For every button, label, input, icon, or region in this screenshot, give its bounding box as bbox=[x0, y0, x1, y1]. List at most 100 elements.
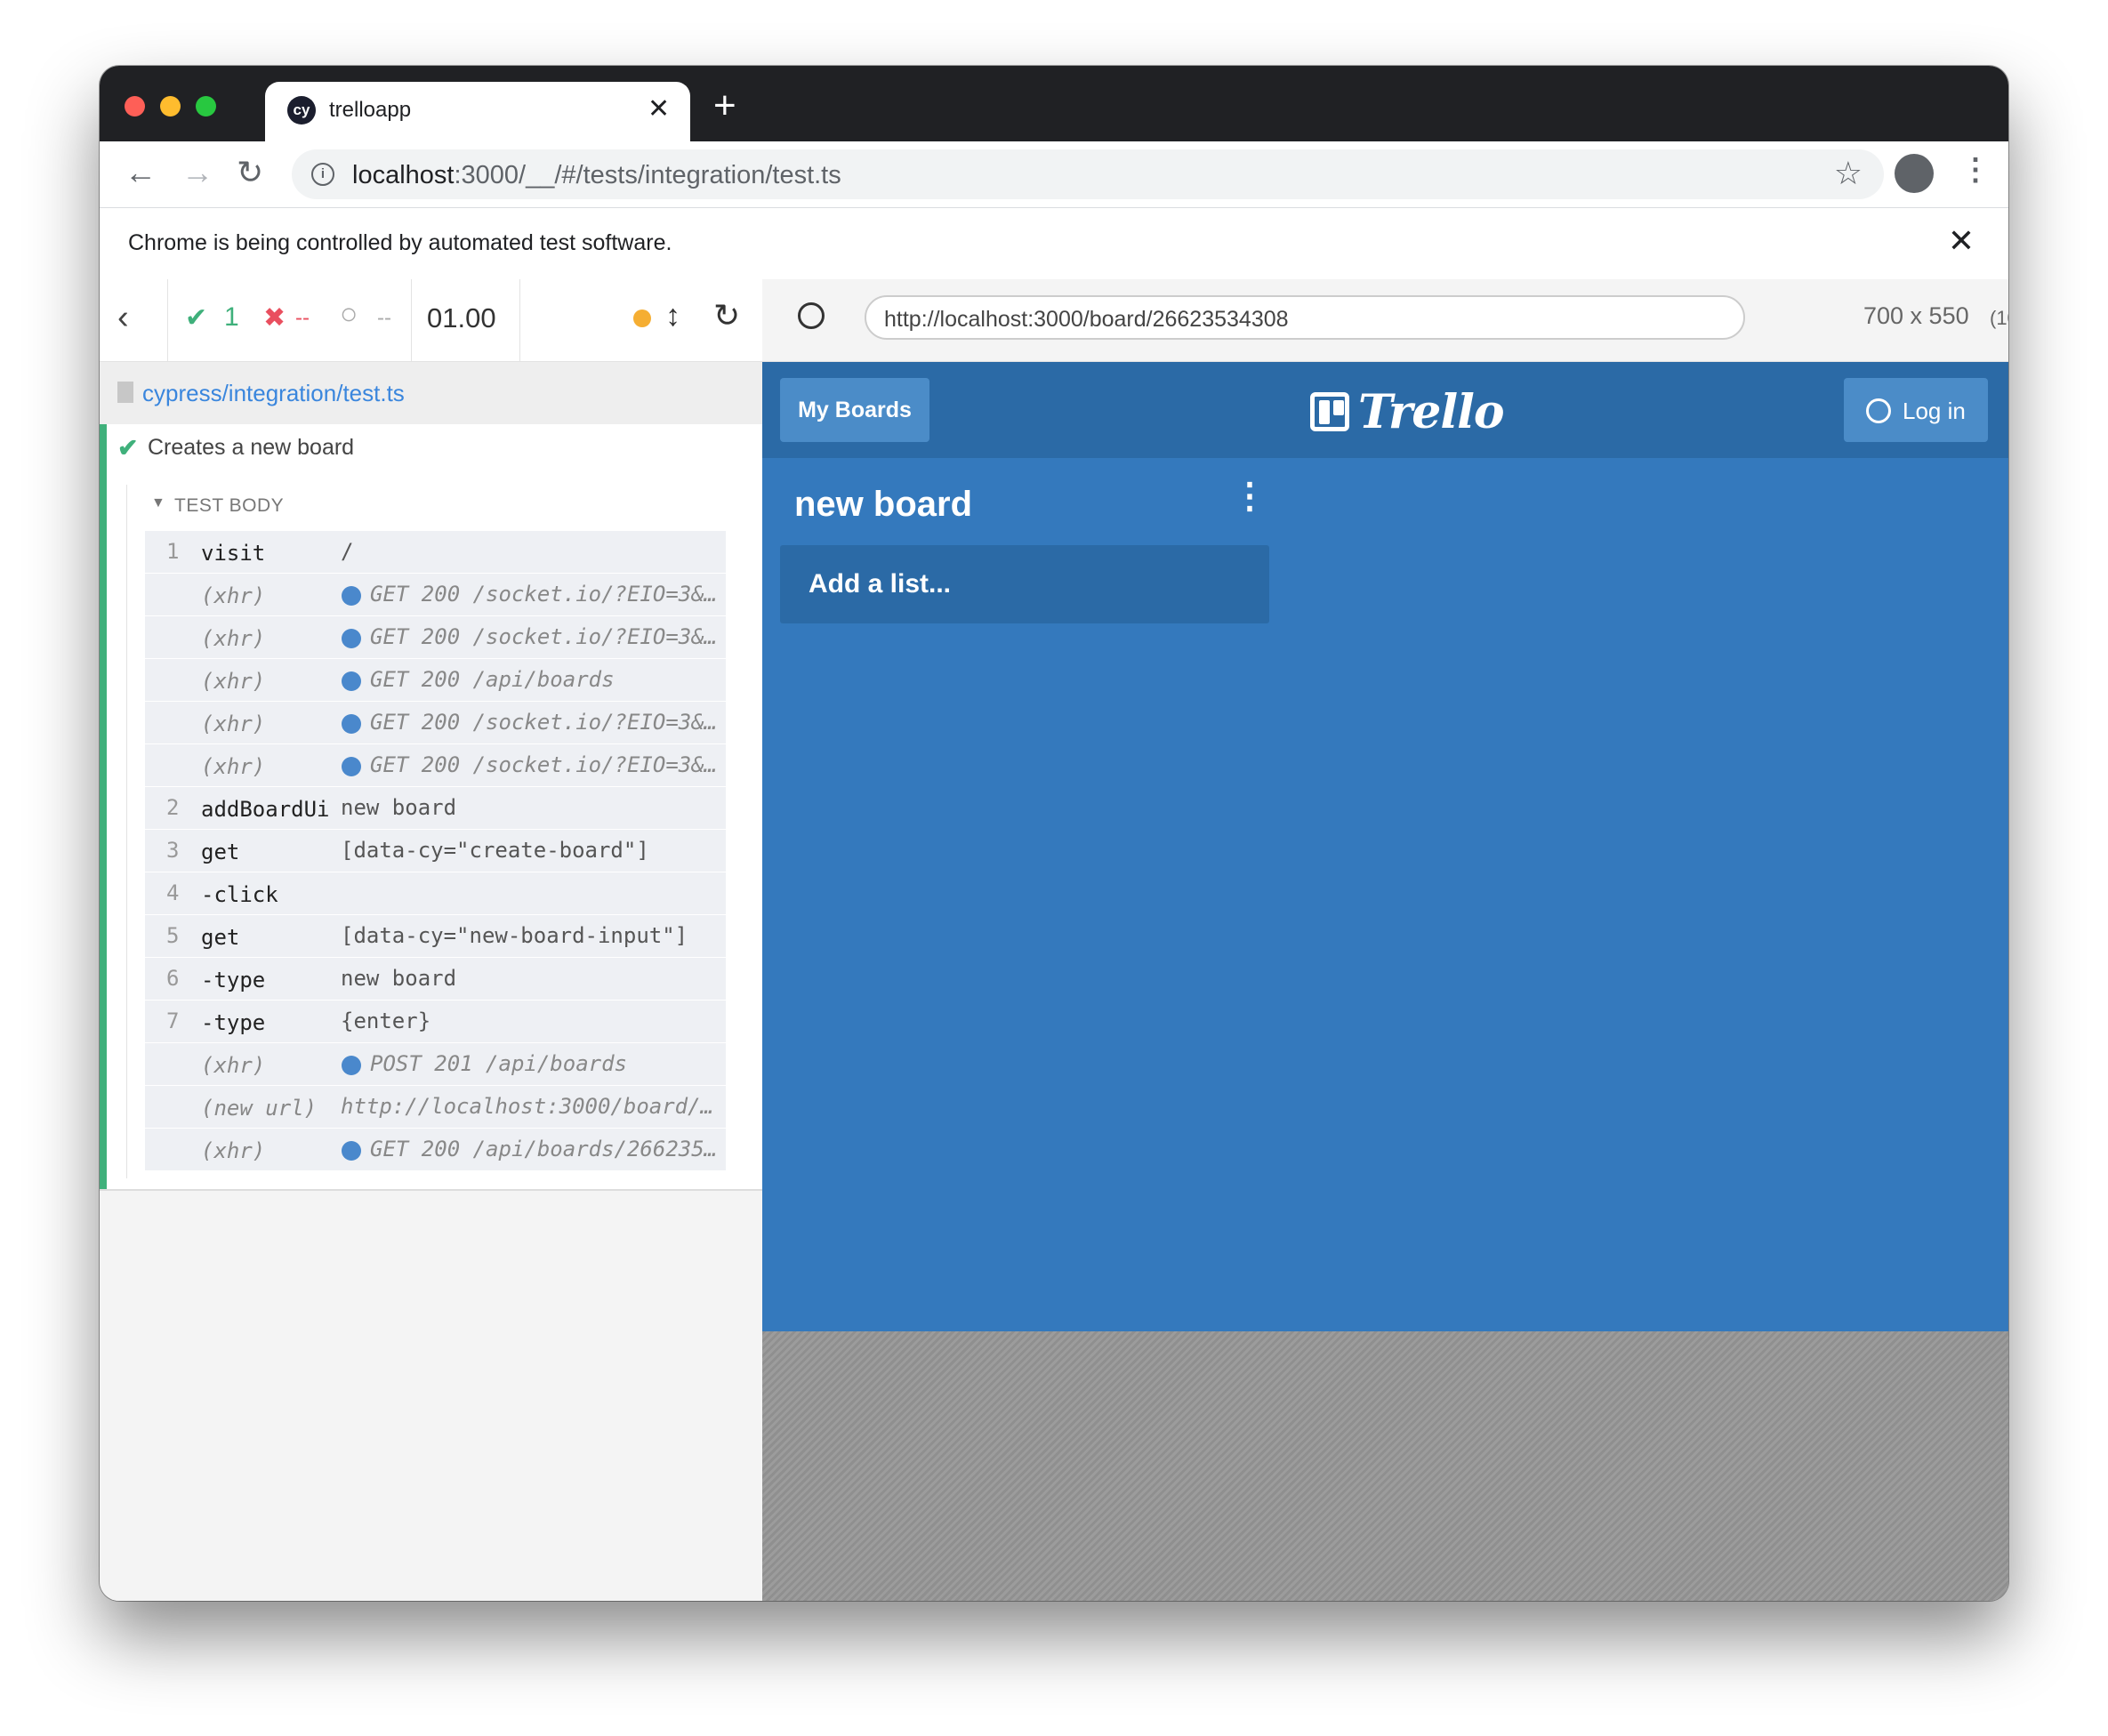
command-message: new board bbox=[341, 966, 457, 991]
caret-down-icon[interactable]: ▼ bbox=[151, 495, 165, 511]
command-message: / bbox=[341, 539, 354, 564]
login-button[interactable]: Log in bbox=[1844, 378, 1988, 442]
auto-scroll-icon[interactable]: ↕ bbox=[665, 299, 680, 334]
command-row[interactable]: 4 -click bbox=[145, 872, 726, 915]
add-list-label: Add a list... bbox=[809, 569, 952, 599]
url-host: localhost bbox=[352, 161, 455, 189]
viewport-scale: (100%) bbox=[1990, 307, 2008, 329]
browser-window: cy trelloapp ✕ + ← → ↻ i localhost:3000/… bbox=[100, 66, 2008, 1601]
command-row[interactable]: (xhr) GET 200 /api/boards bbox=[145, 659, 726, 702]
user-circle-icon bbox=[1866, 398, 1891, 423]
command-row[interactable]: (xhr) GET 200 /socket.io/?EIO=3&… bbox=[145, 574, 726, 616]
test-body-label[interactable]: TEST BODY bbox=[174, 495, 284, 517]
command-name: visit bbox=[201, 541, 266, 566]
command-row[interactable]: 7 -type {enter} bbox=[145, 1001, 726, 1043]
test-status-stripe bbox=[100, 424, 107, 1189]
maximize-window-button[interactable] bbox=[196, 96, 216, 117]
close-window-button[interactable] bbox=[125, 96, 145, 117]
forward-arrow-icon[interactable]: → bbox=[181, 154, 213, 191]
cypress-reporter: ‹ ✔ 1 ✖ -- ○ -- 01.00 ↕ ↻ cypress/integr… bbox=[100, 279, 762, 1601]
xhr-status-dot-icon bbox=[342, 629, 361, 648]
infobar-close-icon[interactable]: ✕ bbox=[1948, 222, 1975, 260]
command-name: (xhr) bbox=[201, 1053, 266, 1078]
command-row[interactable]: 5 get [data-cy="new-board-input"] bbox=[145, 915, 726, 958]
command-row[interactable]: (new url) http://localhost:3000/board/… bbox=[145, 1086, 726, 1129]
command-message: GET 200 /socket.io/?EIO=3&… bbox=[370, 582, 718, 607]
spec-path-bar: cypress/integration/test.ts bbox=[100, 362, 762, 425]
command-number: 6 bbox=[166, 966, 180, 991]
rerun-icon[interactable]: ↻ bbox=[713, 297, 740, 334]
command-row[interactable]: 6 -type new board bbox=[145, 958, 726, 1001]
command-number: 2 bbox=[166, 795, 180, 820]
automation-infobar: Chrome is being controlled by automated … bbox=[100, 207, 2008, 280]
hook-guide-line bbox=[126, 485, 127, 1178]
command-number: 7 bbox=[166, 1009, 180, 1033]
command-message: GET 200 /socket.io/?EIO=3&… bbox=[370, 752, 718, 777]
command-message: {enter} bbox=[341, 1009, 431, 1033]
board-options-icon[interactable]: ⋮ bbox=[1232, 476, 1267, 517]
back-arrow-icon[interactable]: ← bbox=[125, 154, 157, 191]
browser-tab[interactable]: cy trelloapp ✕ bbox=[265, 82, 690, 141]
divider bbox=[167, 279, 168, 361]
command-name: (new url) bbox=[201, 1096, 318, 1121]
command-message: new board bbox=[341, 795, 457, 820]
minimize-window-button[interactable] bbox=[160, 96, 181, 117]
aut-header: http://localhost:3000/board/26623534308 … bbox=[762, 279, 2008, 362]
command-message: [data-cy="new-board-input"] bbox=[341, 923, 688, 948]
command-message: [data-cy="create-board"] bbox=[341, 838, 649, 863]
browser-toolbar: ← → ↻ i localhost:3000/__/#/tests/integr… bbox=[100, 141, 2008, 207]
reporter-stats-bar: ‹ ✔ 1 ✖ -- ○ -- 01.00 ↕ ↻ bbox=[100, 279, 762, 362]
command-row[interactable]: (xhr) GET 200 /api/boards/266235… bbox=[145, 1129, 726, 1171]
trello-wordmark: Trello bbox=[1358, 385, 1505, 439]
command-name: addBoardUi bbox=[201, 797, 330, 822]
address-url: localhost:3000/__/#/tests/integration/te… bbox=[352, 161, 841, 190]
bookmark-star-icon[interactable]: ☆ bbox=[1834, 155, 1863, 192]
url-path: :3000/__/#/tests/integration/test.ts bbox=[454, 161, 841, 189]
command-name: -click bbox=[201, 882, 278, 907]
collapse-specs-icon[interactable]: ‹ bbox=[117, 299, 129, 337]
command-row[interactable]: (xhr) GET 200 /socket.io/?EIO=3&… bbox=[145, 702, 726, 744]
xhr-status-dot-icon bbox=[342, 714, 361, 734]
my-boards-button[interactable]: My Boards bbox=[780, 378, 929, 442]
command-row[interactable]: 2 addBoardUi new board bbox=[145, 787, 726, 830]
xhr-status-dot-icon bbox=[342, 1056, 361, 1075]
command-message: POST 201 /api/boards bbox=[370, 1051, 627, 1076]
pending-count: -- bbox=[377, 306, 391, 330]
command-message: GET 200 /api/boards bbox=[370, 667, 615, 692]
pending-circle-icon: ○ bbox=[340, 297, 358, 331]
selector-playground-icon[interactable] bbox=[798, 302, 825, 329]
command-name: (xhr) bbox=[201, 754, 266, 779]
divider bbox=[519, 279, 520, 361]
passed-check-icon: ✔ bbox=[185, 303, 208, 333]
command-row[interactable]: (xhr) GET 200 /socket.io/?EIO=3&… bbox=[145, 616, 726, 659]
file-icon bbox=[117, 382, 133, 403]
address-bar[interactable]: i localhost:3000/__/#/tests/integration/… bbox=[292, 149, 1884, 199]
aut-url-text: http://localhost:3000/board/26623534308 bbox=[884, 307, 1289, 332]
command-name: (xhr) bbox=[201, 583, 266, 608]
tab-title: trelloapp bbox=[329, 98, 412, 122]
command-row[interactable]: (xhr) POST 201 /api/boards bbox=[145, 1043, 726, 1086]
duration: 01.00 bbox=[427, 302, 496, 334]
command-row[interactable]: 1 visit / bbox=[145, 531, 726, 574]
xhr-status-dot-icon bbox=[342, 757, 361, 776]
reload-icon[interactable]: ↻ bbox=[237, 154, 263, 191]
command-number: 5 bbox=[166, 923, 180, 948]
board-title[interactable]: new board bbox=[794, 485, 972, 525]
site-info-icon[interactable]: i bbox=[311, 163, 334, 186]
test-block: ✔ Creates a new board ▼ TEST BODY 1 visit… bbox=[100, 424, 762, 1191]
new-tab-button[interactable]: + bbox=[713, 84, 736, 128]
running-status-icon bbox=[633, 309, 651, 327]
infobar-message: Chrome is being controlled by automated … bbox=[128, 230, 672, 255]
divider bbox=[411, 279, 412, 361]
add-list-button[interactable]: Add a list... bbox=[780, 545, 1269, 623]
command-row[interactable]: 3 get [data-cy="create-board"] bbox=[145, 830, 726, 872]
browser-menu-icon[interactable]: ⋮ bbox=[1960, 152, 1991, 188]
spec-path-link[interactable]: cypress/integration/test.ts bbox=[142, 380, 405, 407]
command-row[interactable]: (xhr) GET 200 /socket.io/?EIO=3&… bbox=[145, 744, 726, 787]
profile-avatar-icon[interactable] bbox=[1895, 154, 1934, 193]
tab-close-icon[interactable]: ✕ bbox=[648, 93, 670, 125]
xhr-status-dot-icon bbox=[342, 586, 361, 606]
test-title[interactable]: Creates a new board bbox=[148, 435, 354, 461]
xhr-status-dot-icon bbox=[342, 1141, 361, 1161]
tab-bar: cy trelloapp ✕ + bbox=[100, 66, 2008, 141]
